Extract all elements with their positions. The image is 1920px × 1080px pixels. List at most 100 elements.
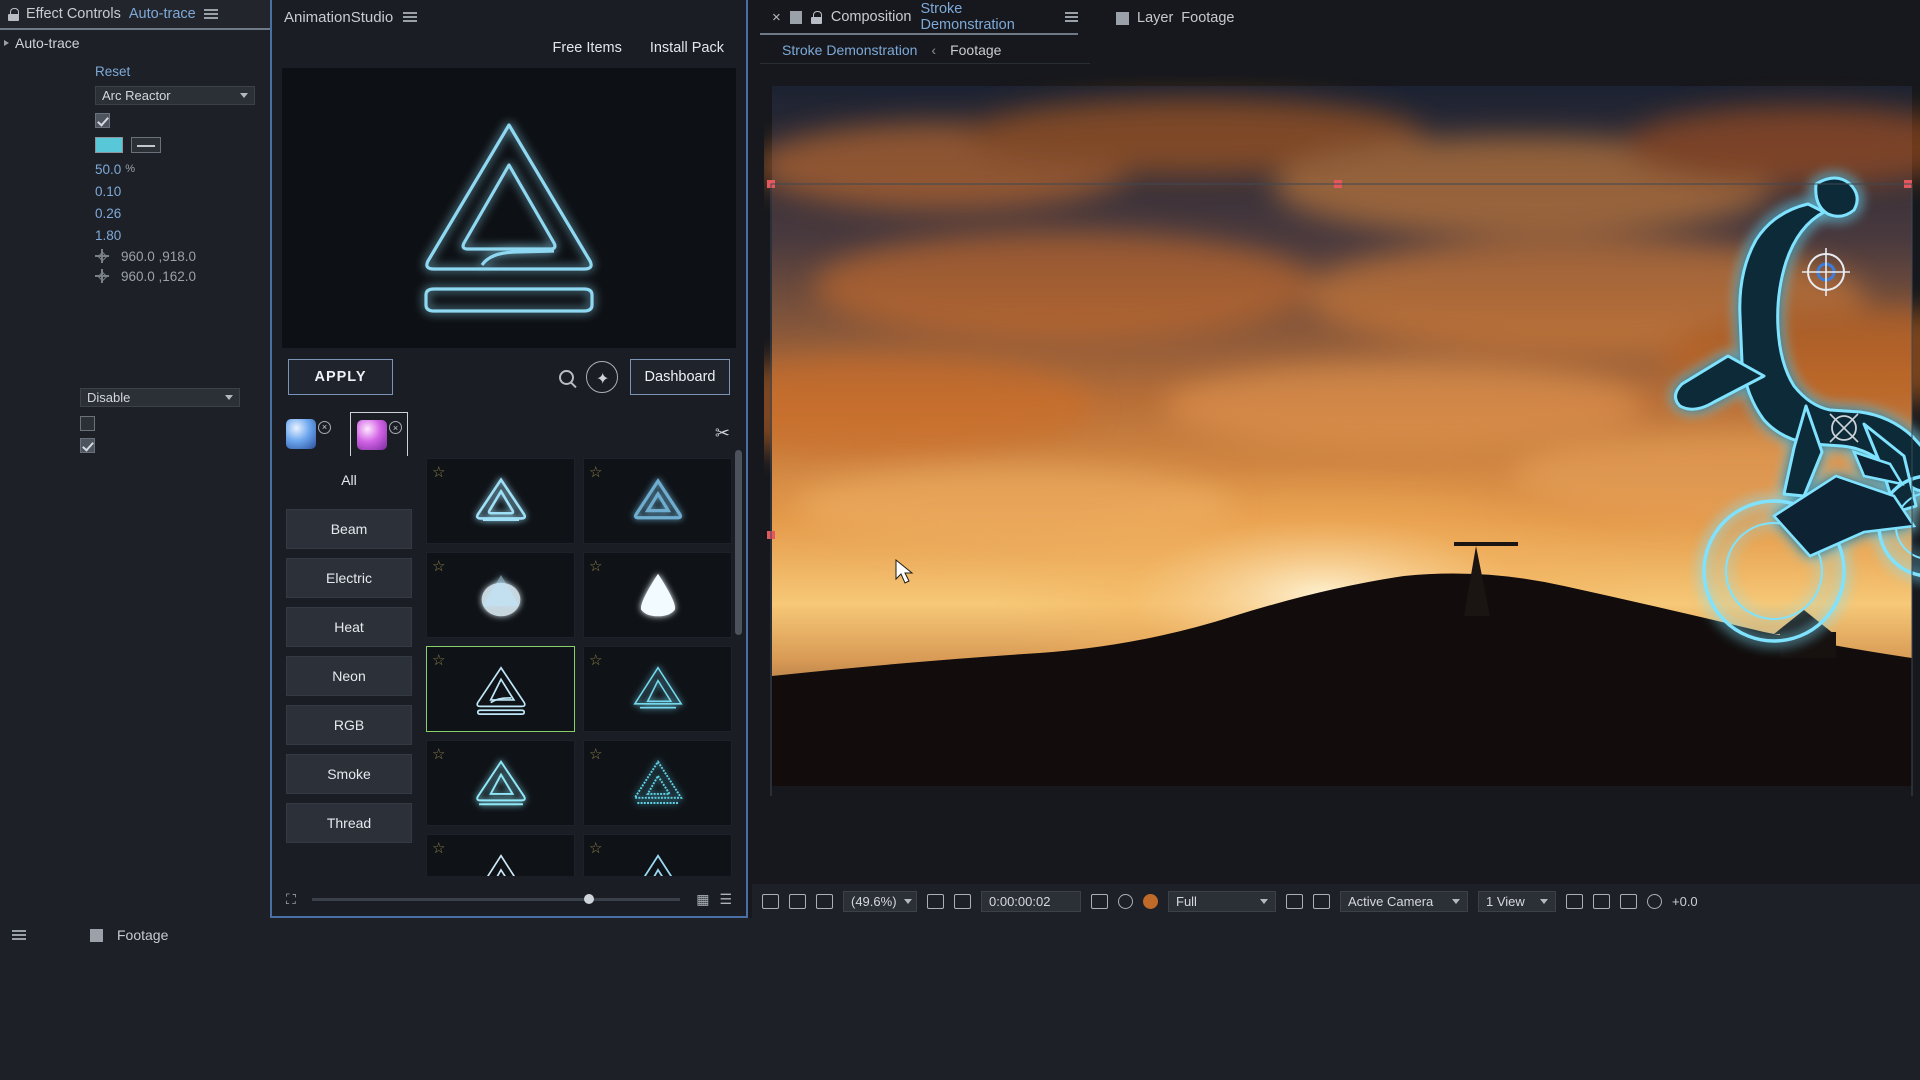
close-icon[interactable]: ×	[772, 9, 781, 26]
show-snapshot-icon[interactable]	[1118, 893, 1133, 909]
toggle-mask-icon[interactable]	[789, 893, 806, 909]
param-value-1[interactable]: 0.10	[95, 184, 121, 199]
favorite-star-icon[interactable]: ☆	[589, 463, 602, 481]
category-neon[interactable]: Neon	[286, 656, 412, 696]
composition-canvas[interactable]	[764, 76, 1920, 836]
timeline-tab-label[interactable]: Footage	[117, 927, 168, 943]
asset-cell[interactable]: ☆	[426, 458, 575, 544]
dashboard-button[interactable]: Dashboard	[630, 359, 730, 395]
zoom-selector[interactable]: (49.6%)	[843, 890, 917, 912]
opacity-value[interactable]: 50.0	[95, 162, 121, 177]
grid-view-icon[interactable]: ▦	[696, 891, 709, 908]
view-layout-selector[interactable]: 1 View	[1478, 890, 1556, 912]
toggle-transparency-icon[interactable]	[762, 893, 779, 909]
eyedropper-icon[interactable]	[131, 137, 161, 153]
thumbnail-size-slider[interactable]	[311, 893, 681, 904]
breadcrumb-next[interactable]: Footage	[950, 42, 1001, 58]
category-thread[interactable]: Thread	[286, 803, 412, 843]
timecode-field[interactable]: 0:00:00:02	[981, 890, 1081, 912]
effect-layer-row[interactable]: Auto-trace	[0, 30, 300, 56]
favorite-star-icon[interactable]: ☆	[432, 745, 445, 763]
option-checkbox-2[interactable]	[80, 437, 95, 453]
preset-dropdown[interactable]: Arc Reactor	[95, 85, 255, 105]
asset-grid-scrollbar[interactable]	[735, 450, 742, 635]
slider-knob[interactable]	[584, 893, 595, 904]
category-all[interactable]: All	[286, 460, 412, 500]
favorite-star-icon[interactable]: ☆	[589, 839, 602, 857]
point-value-1[interactable]: 960.0 ,918.0	[121, 249, 196, 264]
effect-controls-subject: Auto-trace	[128, 6, 196, 22]
asset-cell[interactable]: ☆	[426, 740, 575, 826]
asset-cell[interactable]: ☆	[426, 552, 575, 638]
close-icon[interactable]: ×	[389, 421, 402, 434]
panel-menu-icon[interactable]	[403, 10, 418, 25]
fit-icon[interactable]: ⛶	[286, 891, 296, 908]
category-beam[interactable]: Beam	[286, 509, 412, 549]
renderer-icon[interactable]	[1620, 893, 1637, 909]
asset-cell[interactable]: ☆	[583, 834, 732, 876]
color-swatch[interactable]	[95, 137, 123, 153]
category-rgb[interactable]: RGB	[286, 705, 412, 745]
effect-enable-checkbox[interactable]	[95, 112, 110, 128]
category-smoke[interactable]: Smoke	[286, 754, 412, 794]
point-control-icon-2[interactable]	[95, 269, 109, 283]
asset-cell[interactable]: ☆	[583, 740, 732, 826]
asset-cell-selected[interactable]: ☆	[426, 646, 575, 732]
point-value-2[interactable]: 960.0 ,162.0	[121, 269, 196, 284]
panel-menu-icon[interactable]	[12, 928, 26, 943]
disable-dropdown[interactable]: Disable	[80, 387, 240, 407]
category-heat[interactable]: Heat	[286, 607, 412, 647]
favorite-star-icon[interactable]: ☆	[432, 839, 445, 857]
fast-preview-icon[interactable]	[1593, 893, 1610, 909]
favorite-star-icon[interactable]: ☆	[589, 745, 602, 763]
plugin-footer: ⛶ ▦ ☰	[272, 882, 746, 916]
asset-cell[interactable]: ☆	[583, 458, 732, 544]
favorite-star-icon[interactable]: ☆	[589, 651, 602, 669]
reset-link[interactable]: Reset	[95, 64, 130, 79]
favorite-star-icon[interactable]: ☆	[589, 557, 602, 575]
region-of-interest-icon[interactable]	[927, 893, 944, 909]
timeline-icon[interactable]	[1566, 893, 1583, 909]
param-value-2[interactable]: 0.26	[95, 206, 121, 221]
wrench-icon[interactable]: ✂	[715, 423, 730, 444]
apply-button[interactable]: APPLY	[288, 359, 393, 395]
snapshot-icon[interactable]	[1091, 893, 1108, 909]
favorite-star-icon[interactable]: ☆	[432, 463, 445, 481]
point-control-icon-1[interactable]	[95, 249, 109, 263]
render-quality-icon[interactable]	[1286, 893, 1303, 909]
plugin-header: AnimationStudio	[272, 0, 746, 34]
camera-selector[interactable]: Active Camera	[1340, 890, 1468, 912]
pack-tabs: × × ✂	[272, 406, 746, 456]
panel-menu-icon[interactable]	[203, 7, 218, 22]
magic-wand-icon[interactable]: ✦	[586, 361, 618, 393]
asset-cell[interactable]: ☆	[583, 646, 732, 732]
lock-icon[interactable]	[8, 7, 19, 21]
install-pack-link[interactable]: Install Pack	[650, 40, 724, 56]
search-icon[interactable]	[559, 369, 574, 385]
apply-row: APPLY ✦ Dashboard	[272, 348, 746, 406]
category-electric[interactable]: Electric	[286, 558, 412, 598]
layer-tab[interactable]: Layer Footage	[1116, 10, 1235, 26]
exposure-icon[interactable]	[1647, 893, 1662, 909]
lock-icon[interactable]	[811, 10, 822, 24]
favorite-star-icon[interactable]: ☆	[432, 651, 445, 669]
grid-guides-icon[interactable]	[954, 893, 971, 909]
channels-icon[interactable]	[1143, 893, 1158, 909]
footage-tab-icon	[90, 928, 103, 942]
effect-controls-header: Effect Controls Auto-trace	[0, 0, 300, 30]
toggle-alpha-icon[interactable]	[816, 893, 833, 909]
asset-cell[interactable]: ☆	[583, 552, 732, 638]
transparency-grid-icon[interactable]	[1313, 893, 1330, 909]
resolution-selector[interactable]: Full	[1168, 890, 1276, 912]
close-icon[interactable]: ×	[318, 420, 331, 434]
exposure-value[interactable]: +0.0	[1672, 894, 1698, 909]
panel-menu-icon[interactable]	[1064, 10, 1078, 25]
asset-cell[interactable]: ☆	[426, 834, 575, 876]
favorite-star-icon[interactable]: ☆	[432, 557, 445, 575]
list-view-icon[interactable]: ☰	[719, 891, 732, 908]
free-items-link[interactable]: Free Items	[553, 40, 622, 56]
param-value-3[interactable]: 1.80	[95, 228, 121, 243]
breadcrumb-active[interactable]: Stroke Demonstration	[782, 42, 917, 58]
disclosure-triangle-icon[interactable]	[4, 40, 9, 46]
option-checkbox-1[interactable]	[80, 415, 95, 431]
